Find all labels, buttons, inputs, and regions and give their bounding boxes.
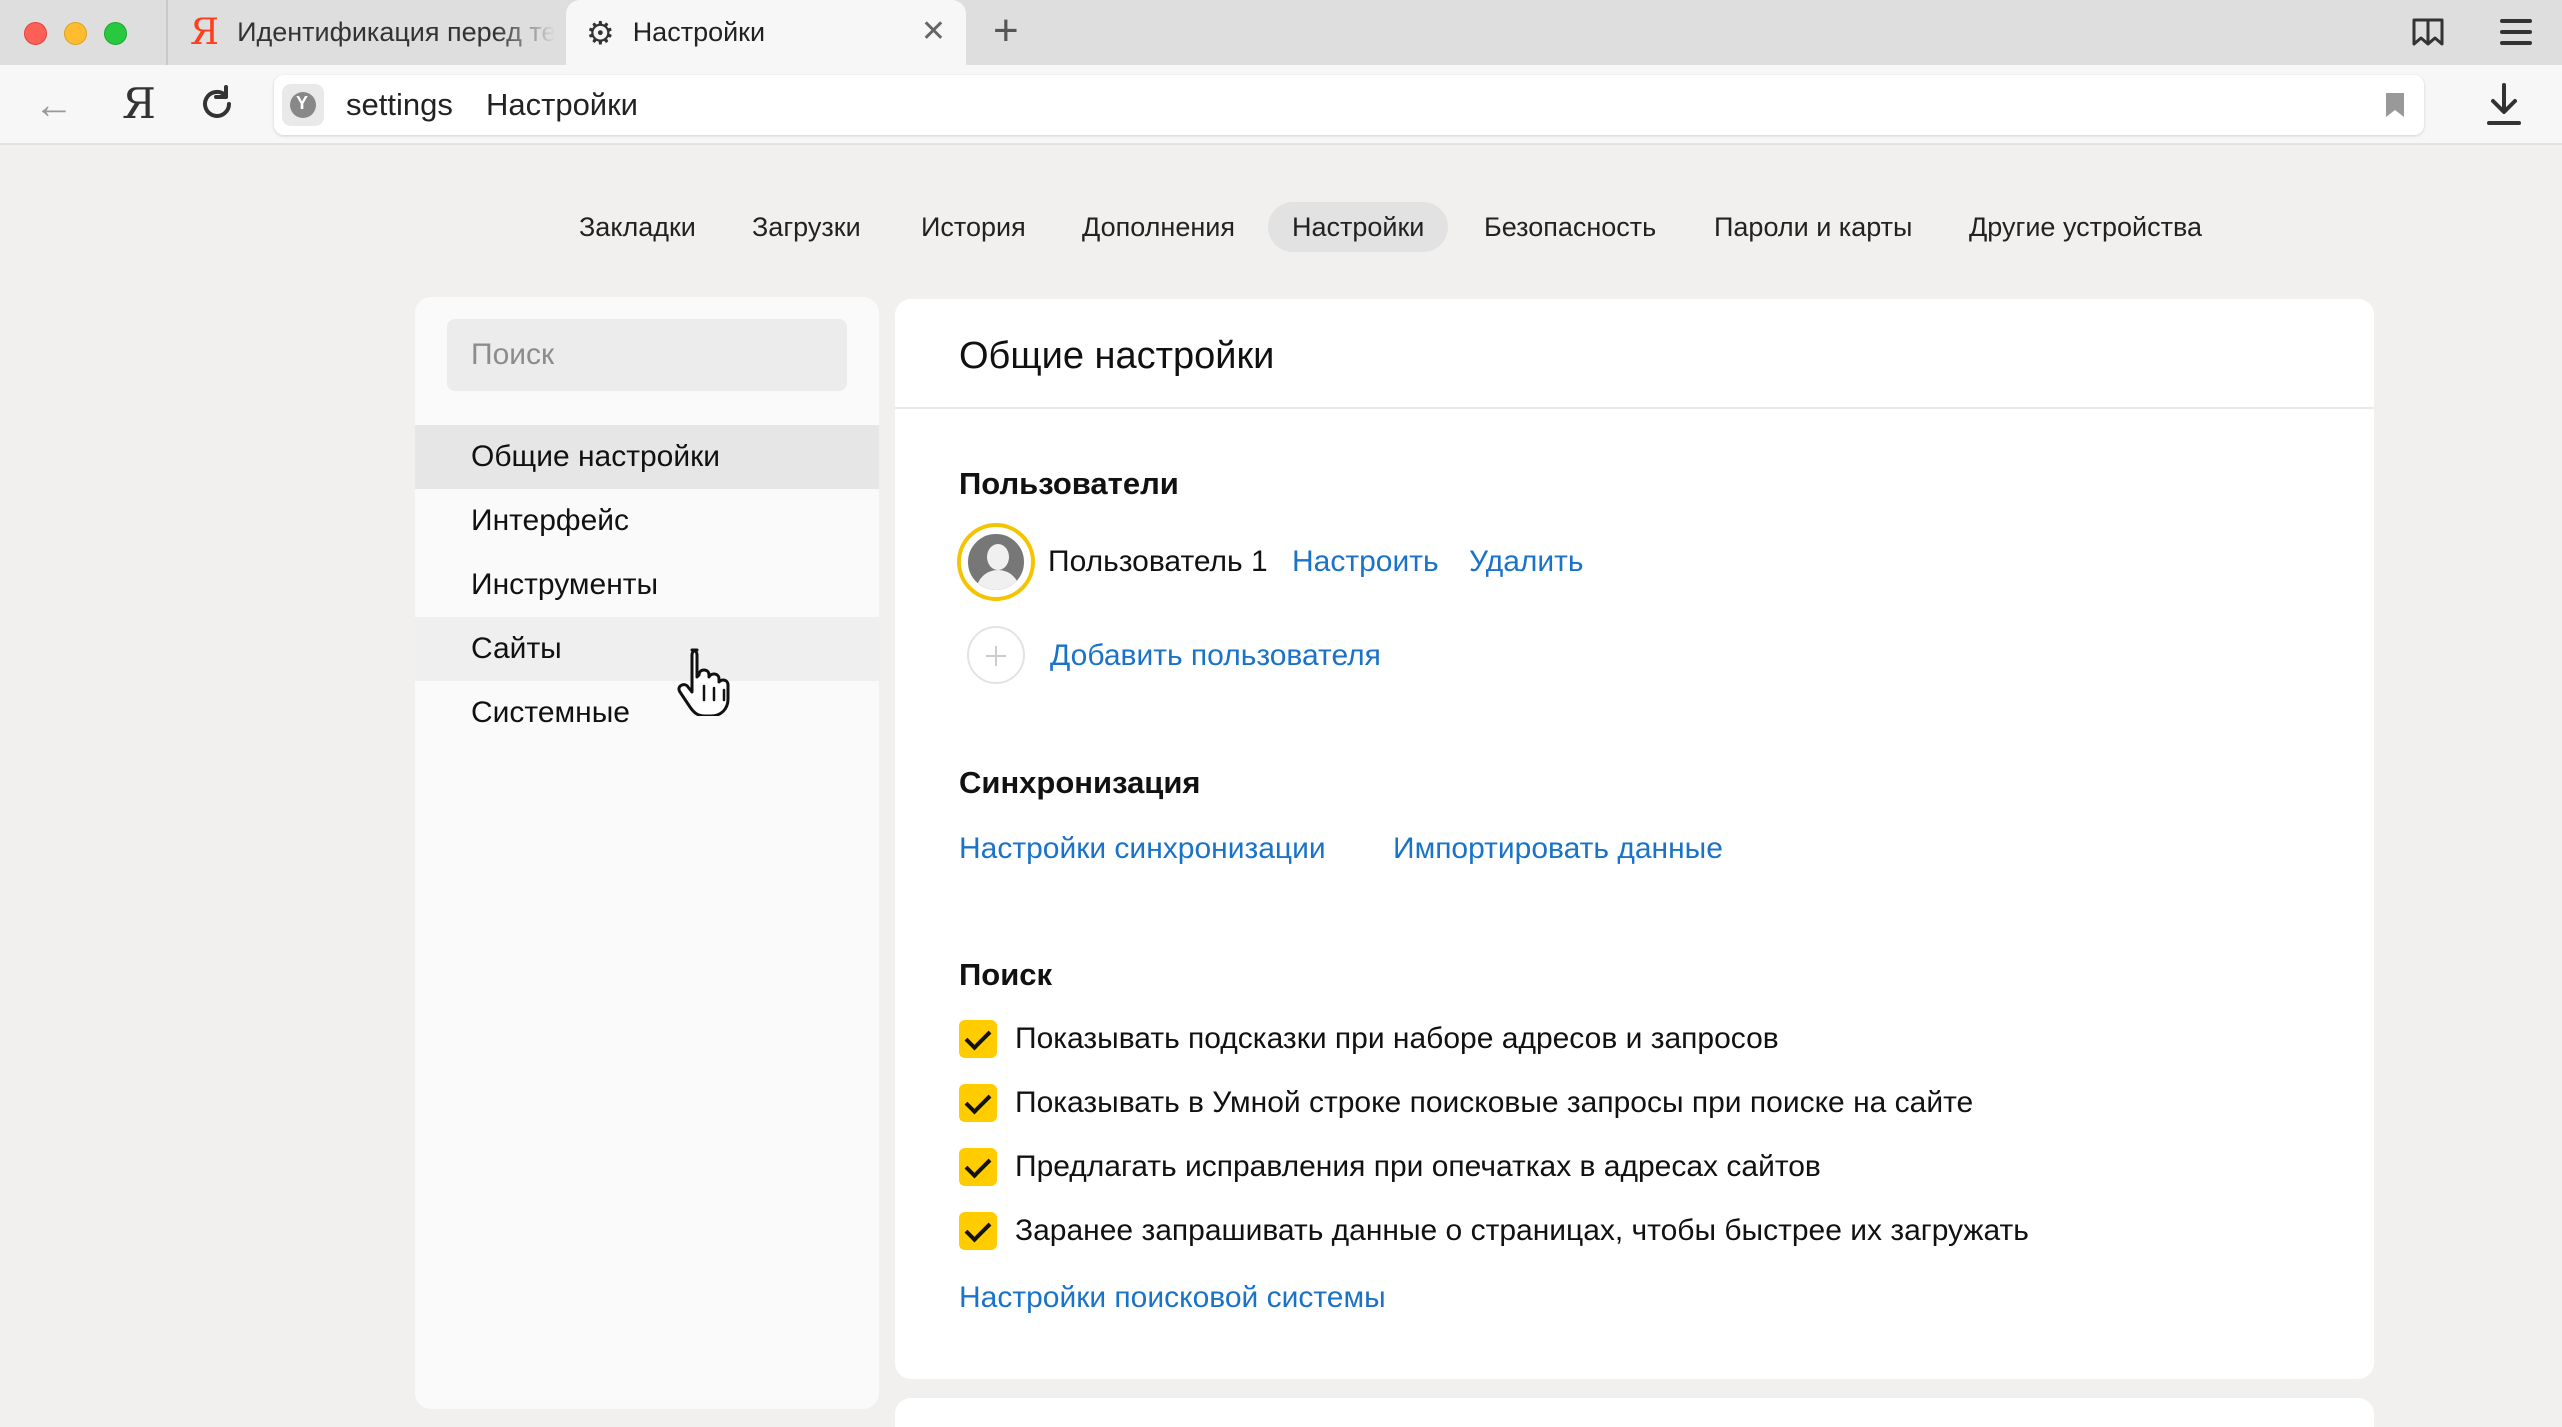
address-host: settings [346,87,453,122]
window-zoom-button[interactable] [104,22,127,45]
hamburger-menu-icon[interactable] [2500,19,2532,45]
yandex-favicon-icon: Я [190,12,220,53]
site-info-icon[interactable] [282,84,324,126]
sidebar-item-system[interactable]: Системные [415,681,879,745]
page-title: Общие настройки [959,335,1275,377]
nav-extensions[interactable]: Дополнения [1058,202,1259,252]
reload-icon[interactable] [196,83,238,125]
settings-top-nav: Закладки Загрузки История Дополнения Нас… [0,202,2562,252]
tab-title: Настройки [632,17,766,47]
yandex-home-button[interactable]: Я [122,79,156,128]
next-settings-panel [895,1398,2374,1427]
checkbox-checked[interactable] [959,1084,997,1122]
bookmarks-sidebar-icon[interactable] [2410,14,2446,50]
sidebar-item-interface[interactable]: Интерфейс [415,489,879,553]
nav-downloads[interactable]: Загрузки [728,202,885,252]
checkbox-checked[interactable] [959,1212,997,1250]
checkbox-checked[interactable] [959,1020,997,1058]
tab-title-fade [496,0,566,65]
sync-section-title: Синхронизация [959,765,1201,800]
tab-identification[interactable]: Я Идентификация перед тем [166,0,566,65]
back-arrow-icon[interactable]: ← [34,83,74,128]
tab-settings[interactable]: ⚙ Настройки ✕ [566,0,966,65]
settings-main-panel: Общие настройки Пользователи Пользовател… [895,299,2374,1379]
user-avatar[interactable] [957,523,1035,601]
bookmark-icon[interactable] [2384,91,2406,119]
download-icon[interactable] [2484,81,2524,127]
nav-history[interactable]: История [897,202,1050,252]
sidebar-item-tools[interactable]: Инструменты [415,553,879,617]
nav-passwords[interactable]: Пароли и карты [1690,202,1936,252]
tab-strip: Я Идентификация перед тем ⚙ Настройки ✕ … [0,0,2562,65]
settings-search-input[interactable] [447,319,847,391]
sidebar-menu: Общие настройки Интерфейс Инструменты Са… [415,425,879,745]
checkbox-checked[interactable] [959,1148,997,1186]
nav-security[interactable]: Безопасность [1460,202,1680,252]
navigation-bar: ← Я settings Настройки [0,65,2562,145]
window-close-button[interactable] [24,22,47,45]
user-name: Пользователь 1 [1048,545,1268,578]
sidebar-item-sites[interactable]: Сайты [415,617,879,681]
settings-sidebar: Общие настройки Интерфейс Инструменты Са… [415,297,879,1409]
address-bar[interactable]: settings Настройки [274,75,2424,135]
search-option-label: Показывать в Умной строке поисковые запр… [1015,1086,1974,1119]
add-user-icon[interactable] [967,626,1025,684]
gear-icon: ⚙ [586,14,615,51]
hand-pointer-cursor-icon [677,648,730,716]
nav-bookmarks[interactable]: Закладки [555,202,720,252]
delete-user-link[interactable]: Удалить [1469,545,1584,579]
close-tab-icon[interactable]: ✕ [921,14,946,49]
header-divider [895,407,2374,409]
address-page-title: Настройки [486,87,639,122]
nav-other-devices[interactable]: Другие устройства [1945,202,2226,252]
search-option-label: Показывать подсказки при наборе адресов … [1015,1022,1779,1055]
search-option-label: Заранее запрашивать данные о страницах, … [1015,1214,2029,1247]
sync-settings-link[interactable]: Настройки синхронизации [959,832,1326,866]
users-section-title: Пользователи [959,466,1179,501]
search-engine-settings-link[interactable]: Настройки поисковой системы [959,1281,1386,1315]
sidebar-item-general[interactable]: Общие настройки [415,425,879,489]
import-data-link[interactable]: Импортировать данные [1393,832,1723,866]
search-section-title: Поиск [959,957,1053,992]
configure-user-link[interactable]: Настроить [1292,545,1439,579]
window-minimize-button[interactable] [64,22,87,45]
search-option-label: Предлагать исправления при опечатках в а… [1015,1150,1821,1183]
add-user-link[interactable]: Добавить пользователя [1050,639,1381,673]
new-tab-button[interactable]: + [993,6,1019,56]
nav-settings[interactable]: Настройки [1268,202,1449,252]
